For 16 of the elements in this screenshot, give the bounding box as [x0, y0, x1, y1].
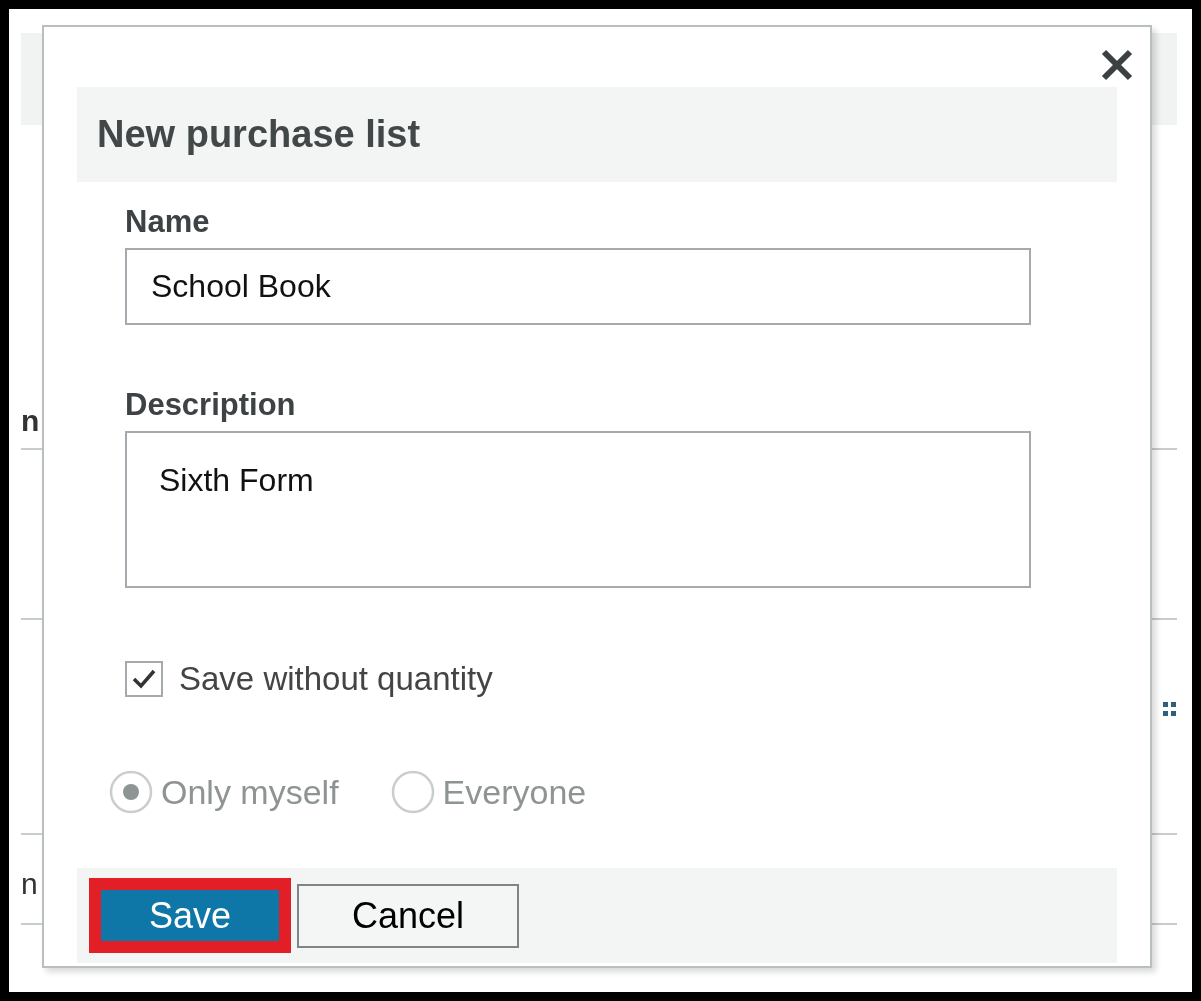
- name-field[interactable]: School Book: [125, 248, 1031, 325]
- grip-icon[interactable]: [1163, 700, 1177, 718]
- field-label: Description: [125, 387, 297, 423]
- checkbox[interactable]: [125, 661, 163, 697]
- radio-label: Everyone: [442, 772, 587, 812]
- description-field[interactable]: Sixth Form: [125, 431, 1031, 588]
- cancel-button[interactable]: Cancel: [297, 883, 519, 948]
- dialog-title: New purchase list: [97, 113, 421, 156]
- save-button[interactable]: Save: [89, 878, 291, 953]
- table-header-text: n: [21, 404, 40, 438]
- field-label: Name: [125, 204, 211, 240]
- checkmark-icon: [131, 668, 157, 690]
- table-cell: n: [21, 867, 38, 901]
- close-icon[interactable]: [1099, 47, 1135, 83]
- radio-label: Only myself: [161, 772, 339, 812]
- checkbox-label: Save without quantity: [179, 660, 493, 698]
